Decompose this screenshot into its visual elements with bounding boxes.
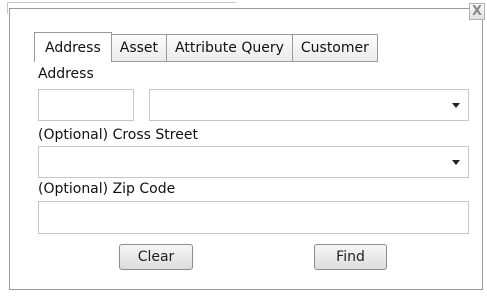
cross-street-dropdown[interactable] bbox=[38, 146, 469, 178]
close-icon: X bbox=[471, 4, 483, 19]
find-button[interactable]: Find bbox=[314, 244, 387, 270]
zip-code-label: (Optional) Zip Code bbox=[38, 181, 176, 197]
tab-label: Attribute Query bbox=[175, 40, 284, 56]
tab-asset[interactable]: Asset bbox=[110, 34, 168, 61]
tab-label: Address bbox=[45, 39, 101, 56]
chevron-down-icon bbox=[452, 160, 460, 165]
close-button[interactable]: X bbox=[469, 3, 485, 20]
chevron-down-icon bbox=[452, 103, 460, 108]
tab-label: Asset bbox=[119, 40, 159, 56]
address-label: Address bbox=[38, 66, 94, 82]
zip-code-input[interactable] bbox=[38, 201, 469, 234]
address-number-input[interactable] bbox=[38, 89, 134, 121]
tab-label: Customer bbox=[300, 40, 369, 56]
search-tabs: Address Asset Attribute Query Customer bbox=[34, 31, 378, 62]
tab-attribute-query[interactable]: Attribute Query bbox=[166, 34, 293, 61]
clear-button[interactable]: Clear bbox=[119, 244, 193, 270]
tab-address[interactable]: Address bbox=[34, 32, 112, 62]
tab-customer[interactable]: Customer bbox=[291, 34, 378, 61]
street-name-dropdown[interactable] bbox=[149, 89, 469, 121]
cross-street-label: (Optional) Cross Street bbox=[38, 127, 198, 143]
